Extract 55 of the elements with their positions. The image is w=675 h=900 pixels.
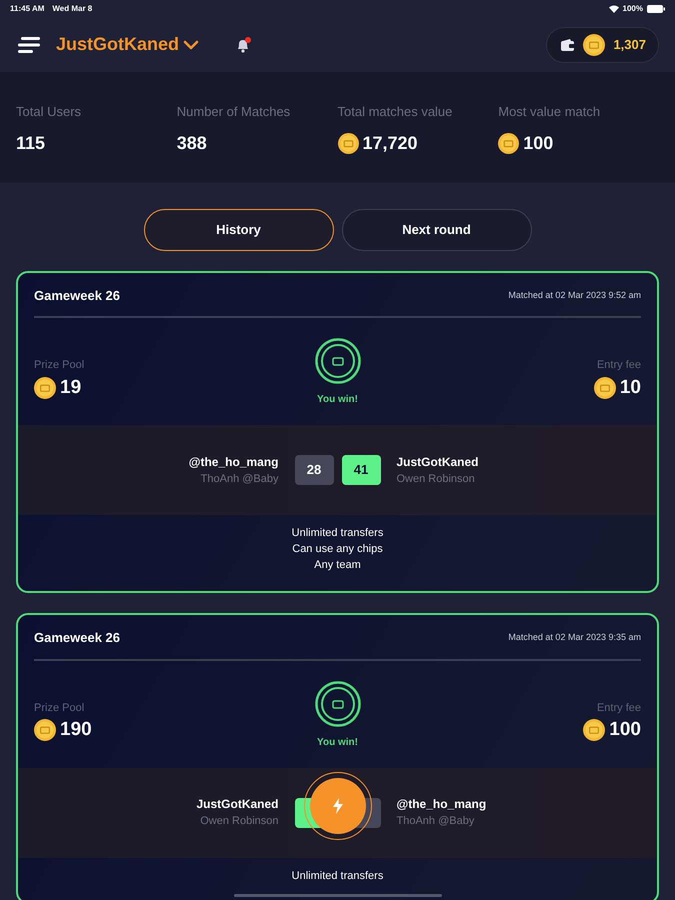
field-label: Prize Pool bbox=[34, 700, 86, 716]
menu-icon[interactable] bbox=[18, 36, 40, 52]
balance-pill[interactable]: 1,307 bbox=[546, 26, 659, 62]
player-handle: JustGotKaned bbox=[196, 796, 278, 814]
tab[interactable]: Next round bbox=[342, 208, 532, 250]
score-box: 28 bbox=[294, 455, 334, 485]
result-text: You win! bbox=[317, 736, 358, 750]
stat-value: 100 bbox=[523, 132, 554, 154]
bell-icon[interactable] bbox=[235, 36, 252, 52]
rule-text: Can use any chips bbox=[291, 542, 384, 557]
player-name: ThoAnh @Baby bbox=[396, 814, 476, 830]
player-name: Owen Robinson bbox=[396, 472, 476, 487]
player-name: ThoAnh @Baby bbox=[200, 472, 278, 487]
amount: 10 bbox=[620, 376, 641, 400]
field-label: Entry fee bbox=[596, 700, 641, 716]
player-handle: @the_ho_mang bbox=[396, 796, 488, 814]
caret-icon bbox=[183, 40, 200, 50]
match-time: Matched at 02 Mar 2023 9:52 am bbox=[508, 288, 641, 302]
coin-icon bbox=[583, 719, 606, 742]
field-label: Entry fee bbox=[596, 358, 641, 373]
stat-label: Most value match bbox=[498, 103, 602, 121]
coin-icon bbox=[34, 719, 56, 742]
player-name: Owen Robinson bbox=[200, 814, 278, 830]
field-label: Prize Pool bbox=[34, 358, 86, 373]
tab[interactable]: History bbox=[144, 208, 334, 250]
stat-value: 115 bbox=[16, 132, 46, 154]
battery-percent: 100% bbox=[622, 2, 643, 14]
status-date: Wed Mar 8 bbox=[52, 2, 92, 14]
battery-icon bbox=[647, 4, 665, 12]
amount: 19 bbox=[60, 376, 82, 400]
stat-label: Total Users bbox=[16, 103, 82, 121]
coin-icon bbox=[34, 376, 56, 399]
rule-text: Unlimited transfers bbox=[290, 868, 384, 884]
wallet-icon bbox=[561, 38, 576, 50]
stat-value: 388 bbox=[176, 132, 207, 154]
player-handle: JustGotKaned bbox=[396, 454, 480, 471]
amount: 100 bbox=[609, 718, 641, 742]
wifi-icon bbox=[608, 4, 619, 12]
rule-text: Unlimited transfers bbox=[290, 526, 384, 541]
coin-icon bbox=[583, 34, 606, 56]
status-time: 11:45 AM bbox=[10, 2, 44, 14]
account-dropdown[interactable]: JustGotKaned bbox=[56, 31, 200, 58]
match-title: Gameweek 26 bbox=[34, 629, 120, 647]
result-text: You win! bbox=[317, 393, 358, 407]
match-title: Gameweek 26 bbox=[34, 286, 120, 304]
stat-label: Number of Matches bbox=[176, 103, 292, 121]
coin-icon bbox=[594, 376, 616, 399]
player-handle: @the_ho_mang bbox=[188, 454, 278, 471]
amount: 190 bbox=[60, 718, 92, 742]
rule-text: Any team bbox=[313, 558, 362, 573]
score-box: 41 bbox=[342, 455, 380, 485]
action-button[interactable] bbox=[304, 772, 372, 840]
stat-value: 17,720 bbox=[362, 132, 418, 154]
match-time: Matched at 02 Mar 2023 9:35 am bbox=[508, 631, 641, 644]
stat-label: Total matches value bbox=[338, 103, 454, 121]
